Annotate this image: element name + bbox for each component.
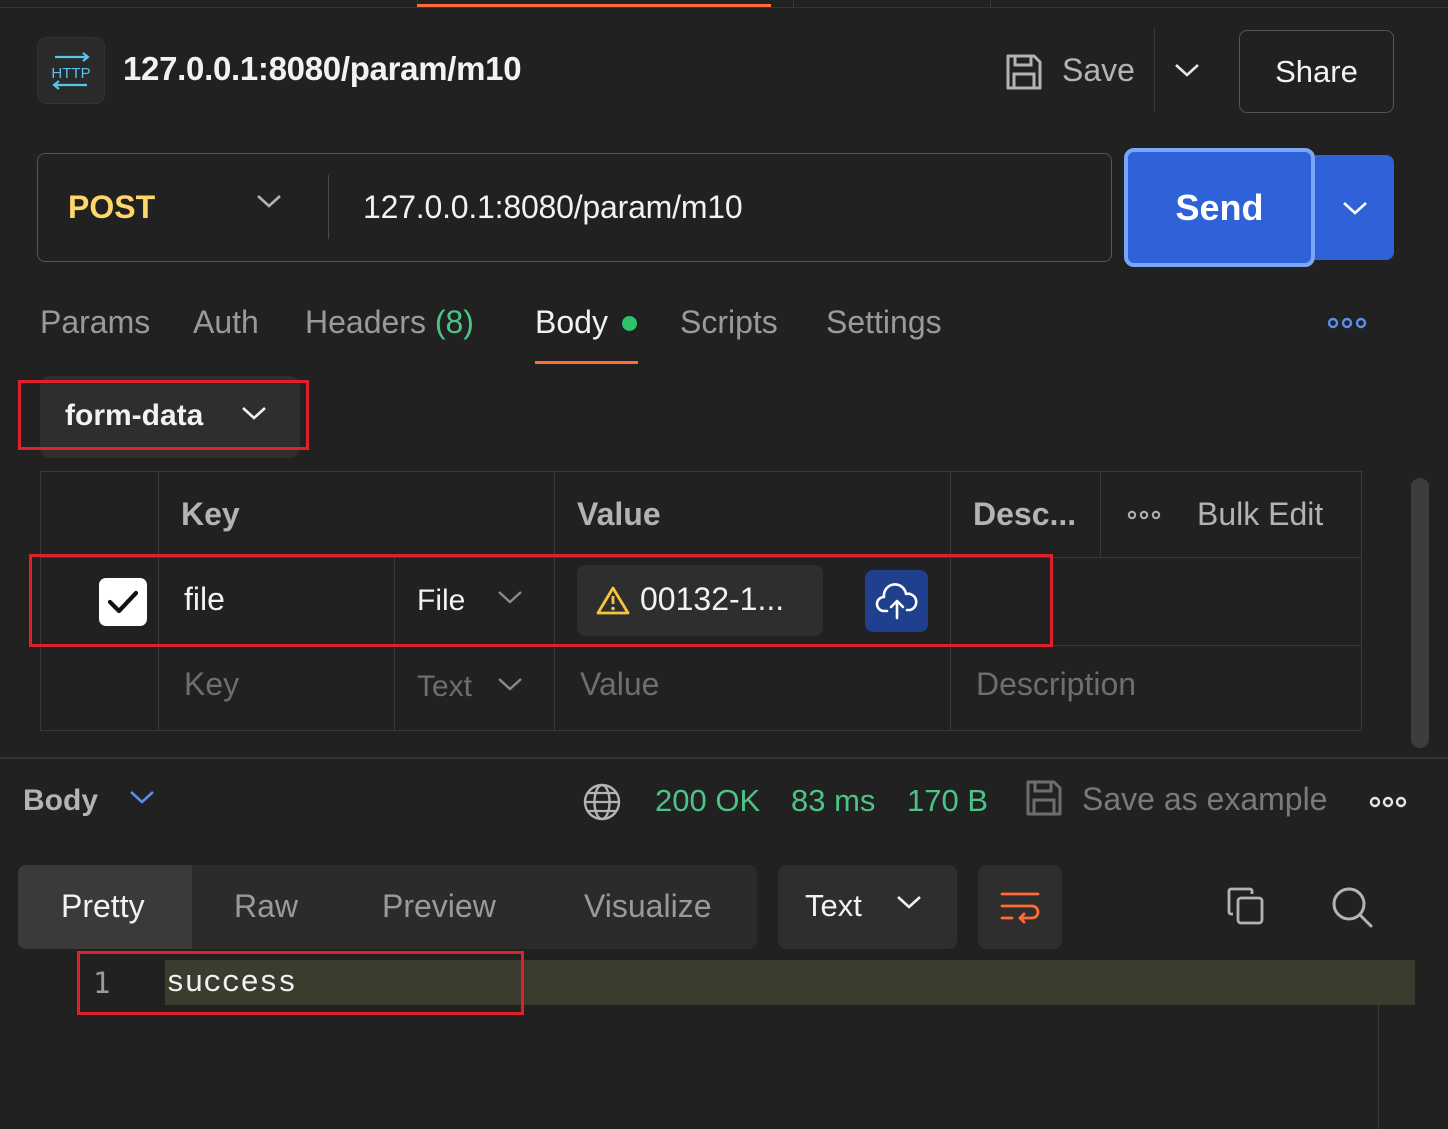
share-button[interactable]: Share (1239, 30, 1394, 113)
column-divider (1100, 471, 1101, 557)
chevron-down-icon (1342, 201, 1367, 215)
more-options-icon[interactable] (1327, 316, 1367, 330)
view-tab-pretty[interactable]: Pretty (61, 888, 145, 925)
headers-count-badge: (8) (434, 304, 474, 340)
bulk-edit-button[interactable]: Bulk Edit (1197, 496, 1323, 533)
chevron-down-icon (896, 894, 922, 910)
new-description-input[interactable]: Description (976, 666, 1136, 703)
request-title[interactable]: 127.0.0.1:8080/param/m10 (123, 50, 522, 88)
column-header-description: Desc... (973, 496, 1077, 532)
chevron-down-icon[interactable] (255, 192, 283, 210)
chevron-down-icon[interactable] (129, 789, 155, 805)
chevron-down-icon (1175, 64, 1199, 77)
scrollbar-thumb[interactable] (1411, 478, 1429, 748)
highlight-box (77, 951, 524, 1015)
status-code[interactable]: 200 OK (655, 783, 760, 819)
header-divider (1154, 28, 1155, 112)
http-request-icon: HTTP (37, 37, 105, 104)
body-modified-dot (622, 316, 637, 331)
active-request-tab-indicator[interactable] (417, 4, 771, 7)
search-icon[interactable] (1330, 885, 1374, 929)
active-tab-underline (535, 361, 638, 364)
column-header-value: Value (577, 496, 661, 532)
response-time[interactable]: 83 ms (791, 783, 875, 819)
save-as-example-button[interactable]: Save as example (1082, 781, 1327, 818)
tab-scripts[interactable]: Scripts (680, 304, 778, 341)
highlight-box (18, 380, 309, 450)
http-badge-text: HTTP (51, 65, 90, 82)
tab-strip-separator (990, 0, 991, 8)
tab-headers[interactable]: Headers (8) (305, 304, 474, 341)
tab-strip-separator (793, 0, 794, 8)
view-tab-preview[interactable]: Preview (382, 888, 496, 925)
more-options-icon[interactable] (1369, 795, 1407, 809)
column-header-key: Key (181, 496, 240, 532)
save-button[interactable]: Save (1062, 52, 1135, 89)
view-tab-visualize[interactable]: Visualize (584, 888, 711, 925)
more-options-icon[interactable] (1127, 509, 1161, 521)
new-value-input[interactable]: Value (580, 666, 659, 703)
new-key-input[interactable]: Key (184, 666, 239, 703)
view-tab-raw[interactable]: Raw (234, 888, 298, 925)
method-select[interactable]: POST (68, 189, 155, 226)
chevron-down-icon[interactable] (497, 676, 523, 692)
url-divider (328, 175, 329, 239)
copy-icon[interactable] (1226, 886, 1266, 926)
wrap-lines-button[interactable] (978, 865, 1062, 949)
format-label: Text (805, 888, 862, 923)
response-view-select[interactable]: Body (23, 784, 98, 818)
url-input[interactable]: 127.0.0.1:8080/param/m10 (363, 189, 743, 226)
save-icon[interactable] (1004, 52, 1044, 92)
tab-auth[interactable]: Auth (193, 304, 259, 341)
send-options-button[interactable] (1315, 155, 1394, 260)
save-icon (1024, 778, 1064, 818)
response-size[interactable]: 170 B (907, 783, 988, 819)
tab-body[interactable]: Body (535, 304, 608, 341)
pane-resize-handle[interactable] (0, 757, 1448, 759)
send-button[interactable]: Send (1124, 148, 1315, 267)
tab-settings[interactable]: Settings (826, 304, 942, 341)
wrap-lines-icon (1000, 892, 1040, 924)
new-type-select[interactable]: Text (417, 670, 472, 704)
tab-headers-label: Headers (305, 304, 426, 340)
save-options-button[interactable] (1170, 52, 1204, 88)
editor-ruler (1378, 960, 1379, 1129)
highlight-box (29, 554, 1053, 647)
tab-params[interactable]: Params (40, 304, 150, 341)
globe-icon[interactable] (582, 782, 622, 822)
